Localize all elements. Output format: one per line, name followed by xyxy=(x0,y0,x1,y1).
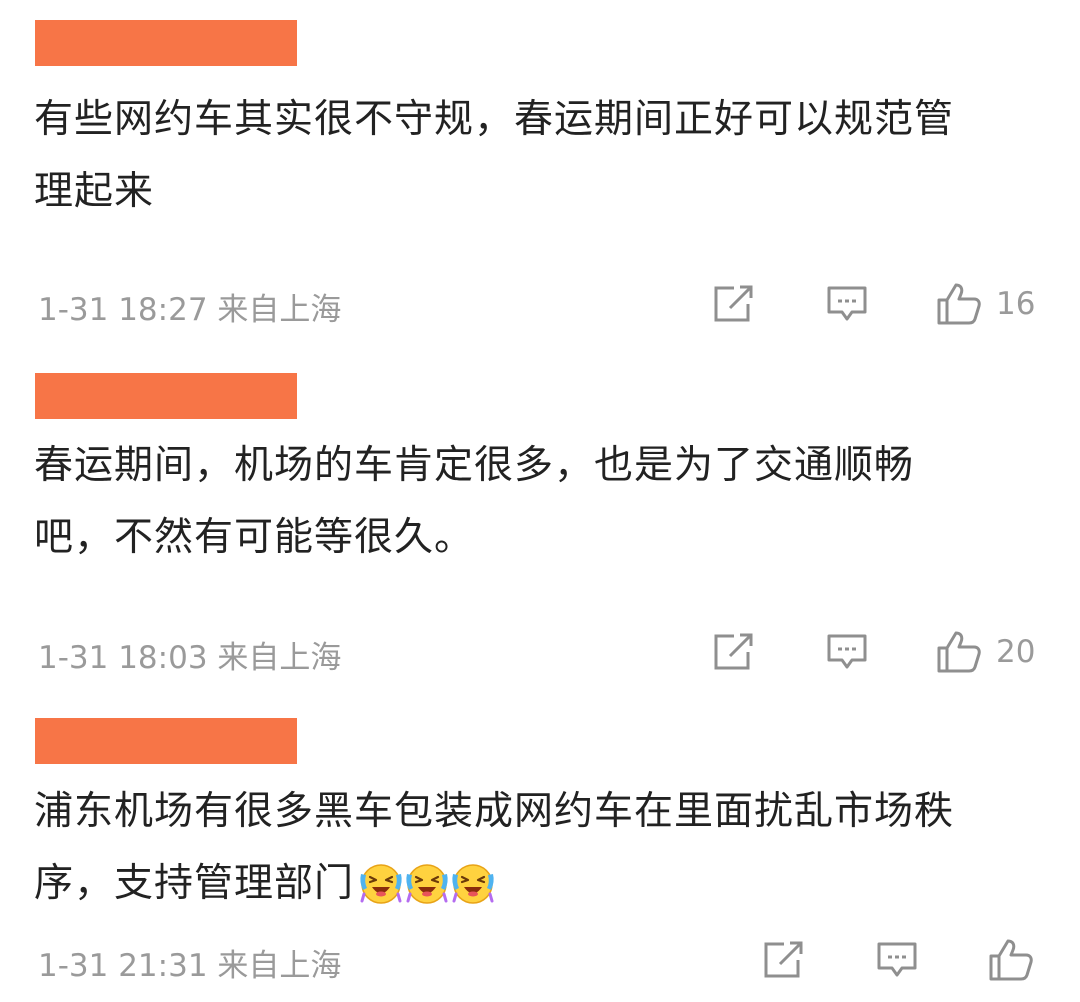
reply-icon xyxy=(827,286,867,321)
comment-timestamp: 1-31 18:27 来自上海 xyxy=(38,292,342,328)
emoji-group xyxy=(358,860,496,906)
like-count: 16 xyxy=(996,286,1036,322)
comment-timestamp: 1-31 21:31 来自上海 xyxy=(38,948,342,984)
reply-icon xyxy=(877,942,917,977)
comment-text-line: 浦东机场有很多黑车包装成网约车在里面扰乱市场秩 xyxy=(34,789,955,834)
comment-text-line: 吧，不然有可能等很久。 xyxy=(34,515,475,560)
comment-text: 浦东机场有很多黑车包装成网约车在里面扰乱市场秩 序，支持管理部门 xyxy=(34,776,1034,920)
thumbs-up-icon xyxy=(937,631,981,673)
comment-meta: 1-31 21:31 来自上海 xyxy=(38,936,1048,984)
share-icon xyxy=(764,941,803,978)
reply-button[interactable] xyxy=(826,280,868,328)
share-icon xyxy=(714,285,753,322)
crying-laughing-emoji-icon xyxy=(360,864,402,904)
crying-laughing-emoji-icon xyxy=(406,864,448,904)
share-icon xyxy=(714,633,753,670)
thumbs-up-icon xyxy=(937,283,981,325)
comment-text: 春运期间，机场的车肯定很多，也是为了交通顺畅 吧，不然有可能等很久。 xyxy=(34,430,1034,574)
like-button[interactable]: 20 xyxy=(936,628,1035,676)
comment-meta: 1-31 18:03 来自上海 20 xyxy=(38,628,1048,676)
comment-text-line: 序，支持管理部门 xyxy=(34,848,1034,920)
comment-timestamp: 1-31 18:03 来自上海 xyxy=(38,640,342,676)
crying-laughing-emoji-icon xyxy=(452,864,494,904)
share-button[interactable] xyxy=(712,280,754,328)
comment-text: 有些网约车其实很不守规，春运期间正好可以规范管 理起来 xyxy=(34,84,1034,228)
share-button[interactable] xyxy=(712,628,754,676)
redacted-username[interactable] xyxy=(35,718,297,764)
comment-text-line: 理起来 xyxy=(34,169,155,214)
comment-text-line: 有些网约车其实很不守规，春运期间正好可以规范管 xyxy=(34,97,955,142)
like-button[interactable]: 16 xyxy=(936,280,1035,328)
share-button[interactable] xyxy=(762,936,804,984)
comment-meta: 1-31 18:27 来自上海 16 xyxy=(38,280,1048,328)
comment-text-line: 春运期间，机场的车肯定很多，也是为了交通顺畅 xyxy=(34,443,915,488)
reply-icon xyxy=(827,634,867,669)
redacted-username[interactable] xyxy=(35,373,297,419)
redacted-username[interactable] xyxy=(35,20,297,66)
thumbs-up-icon xyxy=(989,939,1033,981)
reply-button[interactable] xyxy=(876,936,918,984)
like-button[interactable] xyxy=(988,936,1034,984)
like-count: 20 xyxy=(996,634,1036,670)
comment-text-line-text: 序，支持管理部门 xyxy=(34,861,355,906)
reply-button[interactable] xyxy=(826,628,868,676)
